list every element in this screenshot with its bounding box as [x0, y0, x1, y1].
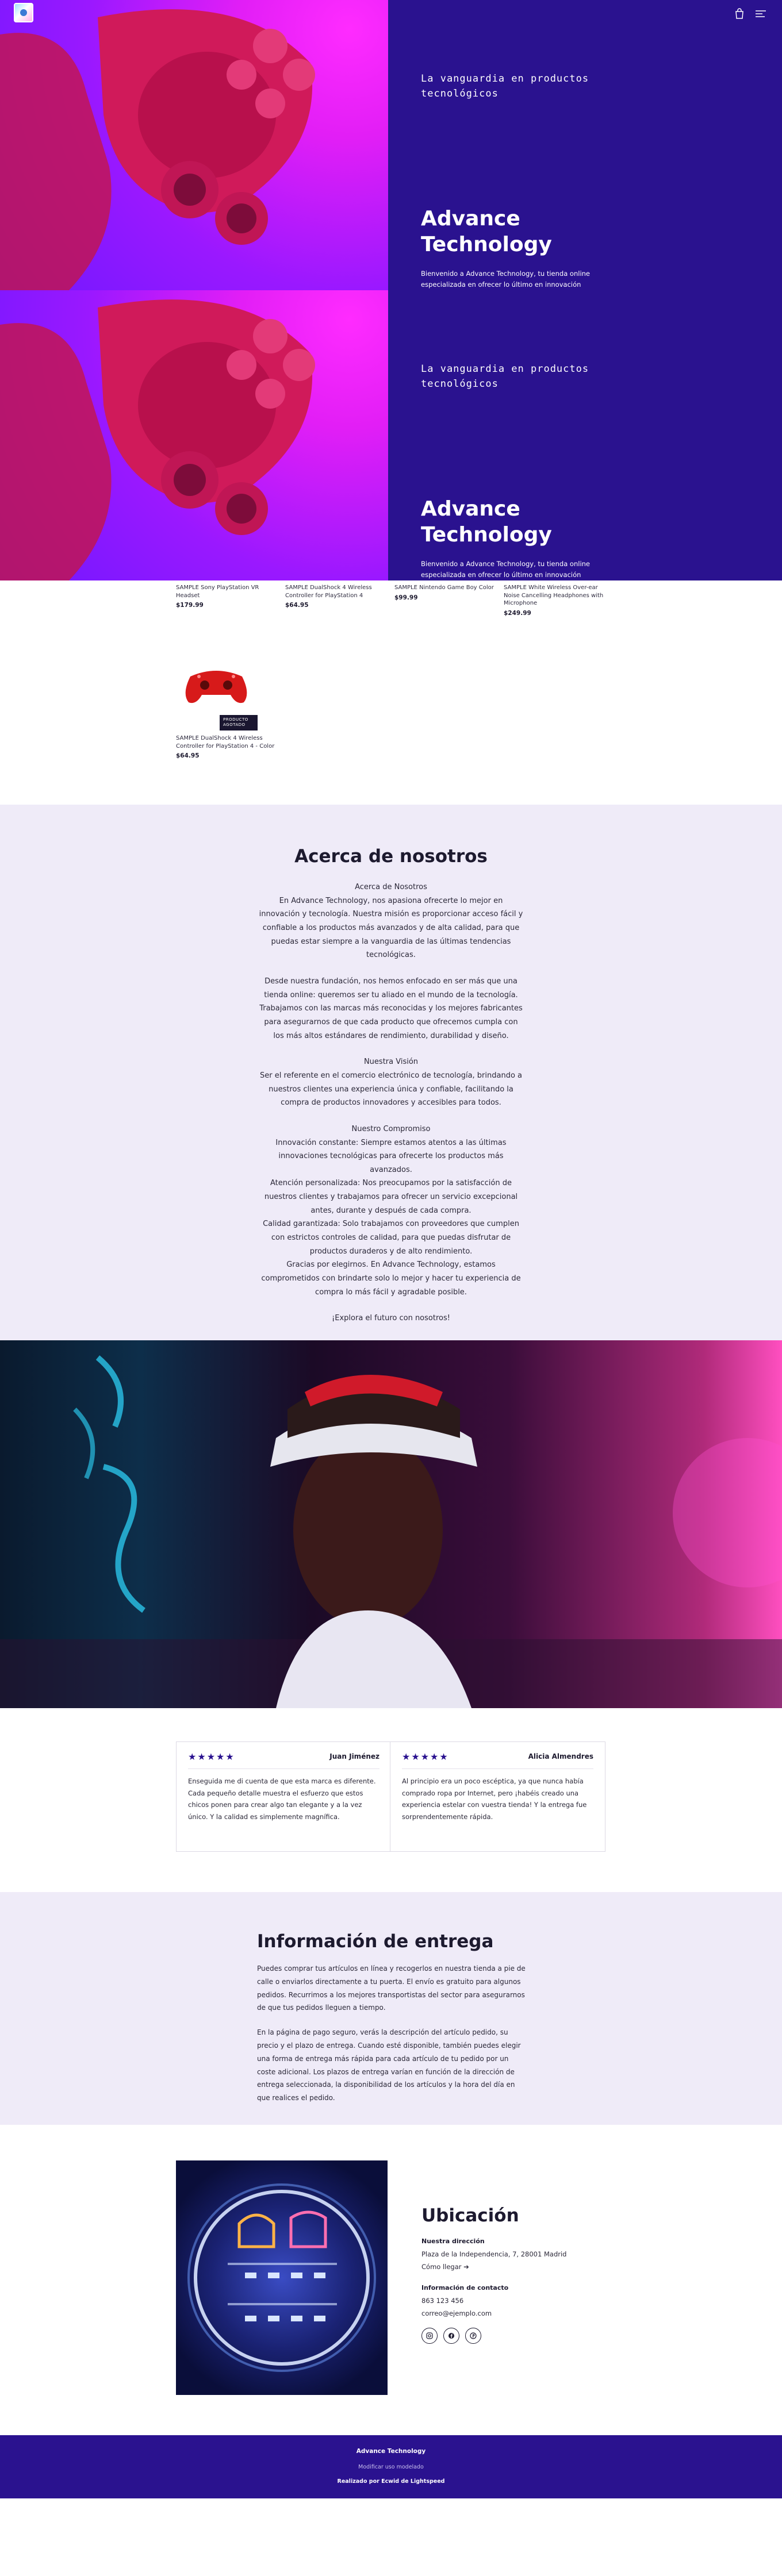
made-with-ecwid[interactable]: Realizado por Ecwid de Lightspeed	[0, 2478, 782, 2485]
delivery-section: Información de entrega Puedes comprar tu…	[0, 1892, 782, 2125]
testimonial-card: ★★★★★ Alicia Almendres Al principio era …	[390, 1741, 605, 1852]
hero-gamepad-image	[0, 0, 388, 290]
hero-tagline: La vanguardia en productos tecnológicos	[421, 363, 589, 390]
red-controller-image	[185, 671, 247, 703]
about-section: Acerca de nosotros Acerca de Nosotros En…	[0, 805, 782, 1340]
gamepad-illustration	[0, 299, 315, 580]
delivery-paragraph: En la página de pago seguro, verás la de…	[257, 2028, 521, 2102]
email-address[interactable]: correo@ejemplo.com	[421, 2308, 611, 2320]
about-paragraph: Nuestra Visión Ser el referente en el co…	[259, 1058, 523, 1108]
game-room-neon-illustration	[187, 2183, 376, 2372]
product-name[interactable]: SAMPLE Sony PlayStation VR Headset	[176, 584, 279, 599]
hero-section-repeat: La vanguardia en productos tecnológicos …	[0, 290, 782, 622]
hero-text-panel: La vanguardia en productos tecnológicos …	[388, 290, 782, 622]
vr-headset-banner-image	[0, 1340, 782, 1708]
hero-gamepad-image	[0, 290, 388, 580]
instagram-icon[interactable]	[421, 2328, 438, 2344]
gamepad-logo-icon[interactable]	[14, 3, 33, 22]
pinterest-icon[interactable]	[465, 2328, 481, 2344]
directions-link[interactable]: Cómo llegar ➔	[421, 2261, 611, 2274]
product-image[interactable]: PRODUCTO AGOTADO	[176, 651, 258, 731]
hero-title: Advance Technology	[421, 497, 552, 547]
about-paragraph: ¡Explora el futuro con nosotros!	[332, 1314, 450, 1323]
product-price: $64.95	[285, 602, 309, 609]
sold-out-badge: PRODUCTO AGOTADO	[220, 715, 258, 730]
about-paragraph: Nuestro Compromiso Innovación constante:…	[261, 1124, 521, 1297]
product-card[interactable]: SAMPLE Nintendo Game Boy Color $99.99	[394, 584, 498, 602]
site-header	[0, 0, 782, 28]
hero-title: Advance Technology	[421, 207, 552, 256]
product-grid: SAMPLE Sony PlayStation VR Headset $179.…	[0, 580, 782, 805]
facebook-icon[interactable]	[443, 2328, 459, 2344]
address-line: Plaza de la Independencia, 7, 28001 Madr…	[421, 2250, 567, 2258]
social-links	[421, 2328, 611, 2344]
contact-label: Información de contacto	[421, 2283, 509, 2292]
about-body: Acerca de Nosotros En Advance Technology…	[259, 881, 523, 1338]
gamepad-illustration	[0, 9, 315, 290]
address-label: Nuestra dirección	[421, 2237, 485, 2245]
vr-person-illustration	[0, 1355, 782, 1708]
about-title: Acerca de nosotros	[294, 846, 488, 867]
about-paragraph: Desde nuestra fundación, nos hemos enfoc…	[259, 976, 523, 1040]
product-price: $99.99	[394, 594, 418, 601]
star-rating-icon: ★★★★★	[402, 1751, 449, 1762]
menu-icon[interactable]	[754, 8, 767, 20]
location-section: Ubicación Nuestra dirección Plaza de la …	[0, 2125, 782, 2435]
delivery-title: Información de entrega	[257, 1931, 494, 1952]
product-price: $179.99	[176, 602, 204, 609]
hero-section: La vanguardia en productos tecnológicos …	[0, 0, 782, 332]
testimonial-divider	[188, 1768, 379, 1769]
product-name[interactable]: SAMPLE Nintendo Game Boy Color	[394, 584, 498, 592]
testimonial-author: Juan Jiménez	[329, 1752, 379, 1760]
phone-number[interactable]: 863 123 456	[421, 2295, 611, 2308]
footer-title: Advance Technology	[356, 2448, 426, 2455]
testimonial-divider	[402, 1768, 593, 1769]
product-card[interactable]: SAMPLE White Wireless Over-ear Noise Can…	[504, 584, 607, 617]
testimonial-text: Enseguida me di cuenta de que esta marca…	[188, 1777, 376, 1821]
product-card[interactable]: PRODUCTO AGOTADO SAMPLE DualShock 4 Wire…	[176, 651, 279, 760]
delivery-paragraph: Puedes comprar tus artículos en línea y …	[257, 1964, 526, 2012]
location-title: Ubicación	[421, 2205, 519, 2226]
bag-icon[interactable]	[734, 8, 745, 20]
star-rating-icon: ★★★★★	[188, 1751, 235, 1762]
product-price: $249.99	[504, 609, 531, 617]
product-price: $64.95	[176, 752, 200, 759]
product-name[interactable]: SAMPLE DualShock 4 Wireless Controller f…	[285, 584, 389, 599]
testimonial-text: Al principio era un poco escéptica, ya q…	[402, 1777, 587, 1821]
hero-tagline: La vanguardia en productos tecnológicos	[421, 73, 589, 100]
delivery-body: Puedes comprar tus artículos en línea y …	[257, 1962, 527, 2116]
product-name[interactable]: SAMPLE DualShock 4 Wireless Controller f…	[176, 735, 279, 750]
game-room-neon-image	[176, 2160, 388, 2395]
testimonial-author: Alicia Almendres	[528, 1752, 593, 1760]
site-footer: Advance Technology Modificar uso modelad…	[0, 2435, 782, 2498]
product-card[interactable]: SAMPLE Sony PlayStation VR Headset $179.…	[176, 584, 279, 609]
testimonials-section: ★★★★★ Juan Jiménez Enseguida me di cuent…	[0, 1708, 782, 1892]
hero-text-panel: La vanguardia en productos tecnológicos …	[388, 0, 782, 332]
testimonial-card: ★★★★★ Juan Jiménez Enseguida me di cuent…	[176, 1741, 392, 1852]
location-info: Ubicación Nuestra dirección Plaza de la …	[421, 2205, 611, 2344]
product-card[interactable]: SAMPLE DualShock 4 Wireless Controller f…	[285, 584, 389, 609]
footer-link[interactable]: Modificar uso modelado	[0, 2464, 782, 2470]
about-paragraph: Acerca de Nosotros En Advance Technology…	[259, 883, 523, 960]
product-name[interactable]: SAMPLE White Wireless Over-ear Noise Can…	[504, 584, 607, 608]
